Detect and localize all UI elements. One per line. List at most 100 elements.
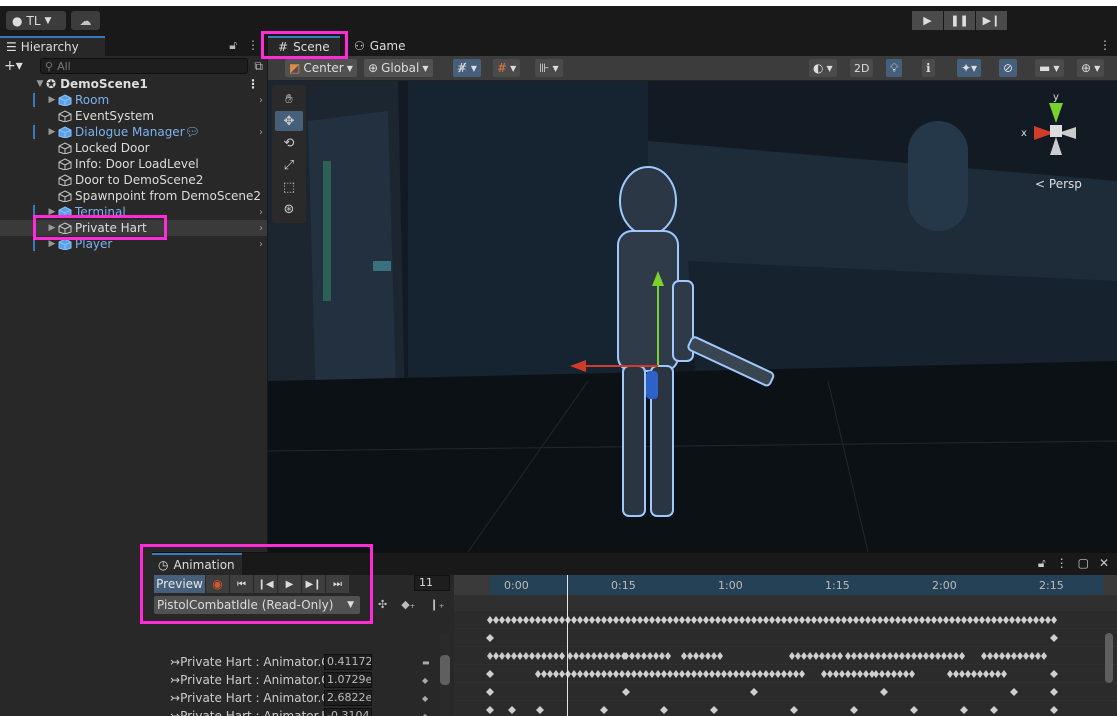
expand-arrow-icon[interactable]: ▶ (46, 223, 58, 233)
grid-dropdown[interactable]: ⊪ ▼ (535, 59, 563, 77)
hand-tool-button[interactable]: ✋︎ (275, 89, 303, 109)
cloud-button[interactable]: ☁ (71, 11, 100, 30)
hierarchy-item[interactable]: ▶ Room › (0, 92, 267, 108)
projection-toggle[interactable]: < Persp (1035, 177, 1082, 191)
tab-hierarchy[interactable]: ☰ Hierarchy (0, 36, 105, 56)
tab-scene[interactable]: # Scene (268, 36, 340, 56)
scale-tool-button[interactable]: ⤢ (275, 155, 303, 175)
rect-tool-button[interactable]: ⬚ (275, 177, 303, 197)
hierarchy-item[interactable]: ▶ Private Hart › (0, 220, 267, 236)
property-scrollbar[interactable] (440, 633, 450, 716)
chevron-right-icon[interactable]: › (259, 95, 263, 106)
kebab-menu-icon[interactable]: ⋮ (247, 38, 259, 53)
expand-arrow-icon[interactable]: ▼ (34, 79, 46, 89)
next-key-button[interactable]: ▶❙ (302, 575, 326, 593)
maximize-icon[interactable]: ▢ (1078, 556, 1089, 571)
space-dropdown[interactable]: ⊕ Global ▼ (364, 59, 433, 77)
hierarchy-item[interactable]: Locked Door (0, 140, 267, 156)
frame-input[interactable]: 11 (414, 575, 450, 591)
shading-dropdown[interactable]: ◐ ▼ (809, 59, 837, 77)
kebab-menu-icon[interactable]: ⋮ (1056, 556, 1068, 571)
keyframe-row[interactable] (454, 647, 1117, 665)
rotate-tool-button[interactable]: ⟲ (275, 133, 303, 153)
preview-toggle[interactable]: Preview (154, 575, 206, 593)
expand-arrow-icon[interactable]: ▶ (46, 127, 58, 137)
expand-arrow-icon[interactable]: ▶ (46, 207, 58, 217)
gizmos-dropdown[interactable]: ⊕ ▼ (1077, 59, 1105, 77)
chevron-right-icon[interactable]: › (259, 239, 263, 250)
increment-snap-toggle[interactable]: # ▼ (493, 59, 521, 77)
keyframe-diamond-icon[interactable]: ◆ (422, 712, 428, 716)
filter-icon[interactable]: ✣ (378, 598, 387, 611)
keyframe-diamond-icon[interactable]: ▬ (422, 658, 430, 667)
hierarchy-item[interactable]: Door to DemoScene2 (0, 172, 267, 188)
orientation-gizmo[interactable]: y x (1016, 89, 1096, 169)
lighting-toggle[interactable]: 💡︎ (886, 59, 903, 77)
hidden-objects-toggle[interactable]: ⊘ (999, 59, 1018, 77)
play-button[interactable]: ▶ (912, 11, 943, 30)
lock-icon[interactable]: 🔓︎ (1038, 556, 1046, 571)
account-dropdown[interactable]: ● TL ▼ (6, 11, 66, 30)
property-value-field[interactable]: 2.6822e (324, 690, 372, 706)
keyframe-row[interactable] (454, 683, 1117, 701)
step-button[interactable]: ▶❙ (976, 11, 1007, 30)
dopesheet[interactable]: 0:00 0:15 1:00 1:15 2:00 2:15 (454, 575, 1117, 716)
chevron-right-icon[interactable]: › (259, 127, 263, 138)
audio-toggle[interactable]: ℹ (922, 59, 935, 77)
tab-game[interactable]: ⚇ Game (344, 36, 416, 56)
move-tool-button[interactable]: ✥ (275, 111, 303, 131)
kebab-menu-icon[interactable]: ⋮ (247, 77, 259, 91)
keyframe-row[interactable] (454, 611, 1117, 629)
close-icon[interactable]: ✕ (1099, 556, 1109, 571)
hierarchy-item[interactable]: Spawnpoint from DemoScene2 (0, 188, 267, 204)
expand-arrow-icon[interactable]: ▶ (46, 239, 58, 249)
transform-tool-button[interactable]: ⊛ (275, 199, 303, 219)
record-button[interactable]: ◉ (206, 575, 230, 593)
keyframe-row[interactable] (454, 629, 1117, 647)
expand-arrow-icon[interactable]: ▶ (46, 95, 58, 105)
property-value-field[interactable]: -0.3104 (324, 708, 372, 716)
hierarchy-item[interactable]: EventSystem (0, 108, 267, 124)
maximize-icon[interactable]: ⋮ (1099, 38, 1111, 52)
animated-property-row[interactable]: ↣Private Hart : Animator.Ches2.6822e ◆ (152, 689, 452, 707)
lock-icon[interactable]: 🔓︎ (229, 38, 237, 53)
scroll-thumb[interactable] (440, 655, 450, 685)
keyframe-row[interactable] (454, 701, 1117, 716)
effects-dropdown[interactable]: ✦▾ (957, 59, 982, 77)
hierarchy-item[interactable]: ▶ Dialogue Manager 💬︎ › (0, 124, 267, 140)
2d-toggle[interactable]: 2D (850, 59, 874, 77)
pause-button[interactable]: ❚❚ (944, 11, 975, 30)
hierarchy-item[interactable]: Info: Door LoadLevel (0, 156, 267, 172)
pivot-dropdown[interactable]: ◩ Center ▼ (285, 59, 357, 77)
keyframe-row[interactable] (454, 665, 1117, 683)
hierarchy-item[interactable]: ▶ Player › (0, 236, 267, 252)
clip-dropdown[interactable]: PistolCombatIdle (Read-Only) ▼ (154, 596, 360, 614)
keyframe-diamond-icon[interactable]: ◆ (422, 694, 428, 703)
property-value-field[interactable]: 0.41172 (324, 654, 372, 670)
chevron-right-icon[interactable]: › (259, 207, 263, 218)
hierarchy-search-input[interactable]: ⚲ All (40, 58, 249, 74)
create-button[interactable]: +▾ (4, 58, 34, 74)
add-keyframe-icon[interactable]: ◆₊ (401, 598, 415, 611)
hierarchy-item[interactable]: ▶ Terminal › (0, 204, 267, 220)
scene-viewport[interactable]: ✋︎ ✥ ⟲ ⤢ ⬚ ⊛ y x < Persp (268, 81, 1117, 552)
camera-dropdown[interactable]: ▬ ▼ (1035, 59, 1064, 77)
tab-animation[interactable]: ◷ Animation (152, 553, 242, 575)
animated-property-row[interactable]: ↣Private Hart : Animator.Ches1.0729e ◆ (152, 671, 452, 689)
prev-key-button[interactable]: ❙◀ (254, 575, 278, 593)
anim-play-button[interactable]: ▶ (278, 575, 302, 593)
scene-root[interactable]: ▼ ✪ DemoScene1 ⋮ (0, 76, 267, 92)
playhead[interactable] (567, 575, 568, 716)
animated-property-row[interactable]: ↣Private Hart : Animator.Ches0.41172 ▬ (152, 653, 452, 671)
add-event-icon[interactable]: ❙₊ (429, 598, 444, 611)
scene-visibility-icon[interactable]: ⧉ (254, 59, 263, 74)
dopesheet-scrollbar[interactable] (1105, 633, 1113, 683)
first-key-button[interactable]: ⏮ (230, 575, 254, 593)
keyframe-diamond-icon[interactable]: ◆ (422, 676, 428, 685)
time-ruler[interactable]: 0:00 0:15 1:00 1:15 2:00 2:15 (454, 575, 1117, 595)
property-value-field[interactable]: 1.0729e (324, 672, 372, 688)
chevron-right-icon[interactable]: › (259, 223, 263, 234)
last-key-button[interactable]: ⏭ (326, 575, 350, 593)
animated-property-row[interactable]: ↣Private Hart : Animator.Hea-0.3104 ◆ (152, 707, 452, 716)
grid-snap-toggle[interactable]: #̸ ▾ (453, 59, 481, 77)
